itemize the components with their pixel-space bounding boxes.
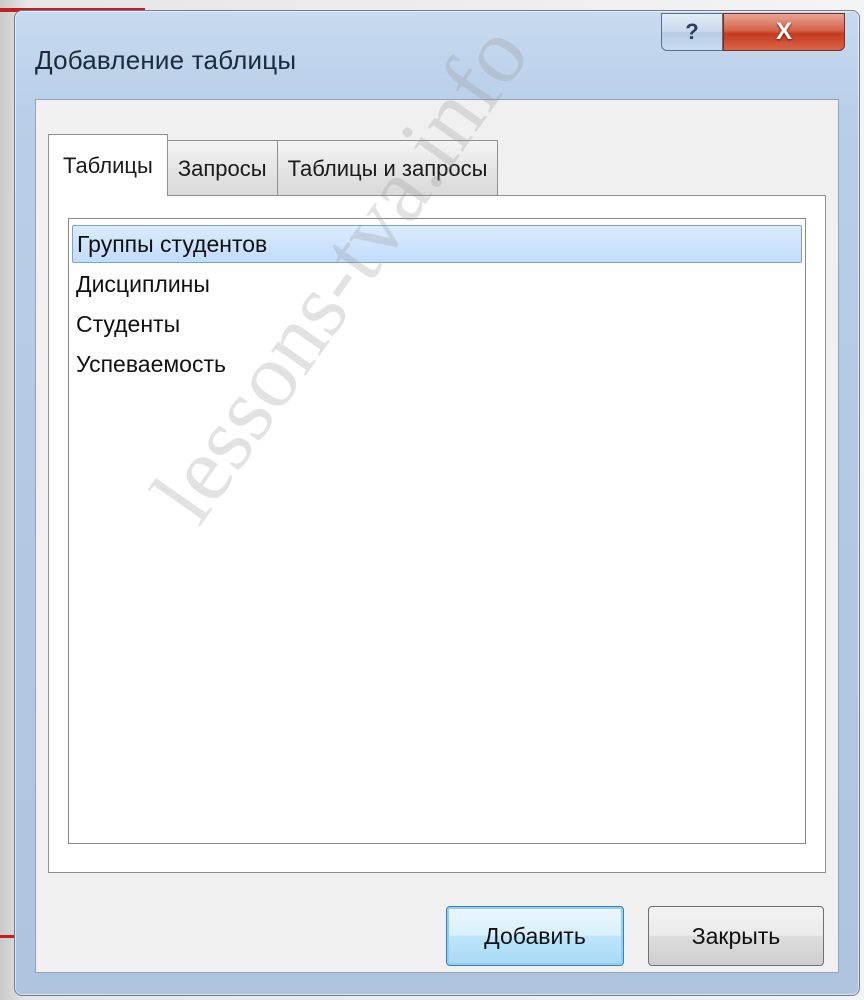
list-item[interactable]: Студенты [72, 305, 802, 343]
tab-panel-tables: Группы студентов Дисциплины Студенты Усп… [48, 195, 826, 873]
close-icon: X [775, 18, 792, 45]
dialog-title: Добавление таблицы [35, 45, 297, 75]
question-mark-icon: ? [685, 19, 699, 44]
tables-listbox[interactable]: Группы студентов Дисциплины Студенты Усп… [68, 218, 806, 844]
screen: Добавление таблицы ? X Таблицы Запросы Т… [0, 0, 864, 1000]
dialog-body: Таблицы Запросы Таблицы и запросы Группы… [35, 99, 839, 973]
list-item[interactable]: Группы студентов [72, 225, 802, 263]
tab-strip: Таблицы Запросы Таблицы и запросы [48, 134, 499, 196]
title-bar[interactable]: Добавление таблицы ? X [15, 11, 859, 99]
add-button[interactable]: Добавить [446, 906, 624, 966]
close-button[interactable]: Закрыть [648, 906, 824, 966]
window-close-button[interactable]: X [723, 13, 845, 51]
help-button[interactable]: ? [661, 13, 723, 51]
list-item[interactable]: Дисциплины [72, 265, 802, 303]
tab-tables[interactable]: Таблицы [48, 134, 168, 196]
tab-tables-and-queries[interactable]: Таблицы и запросы [276, 140, 499, 196]
tab-queries[interactable]: Запросы [166, 140, 278, 196]
list-item[interactable]: Успеваемость [72, 345, 802, 383]
add-table-dialog: Добавление таблицы ? X Таблицы Запросы Т… [14, 10, 860, 996]
